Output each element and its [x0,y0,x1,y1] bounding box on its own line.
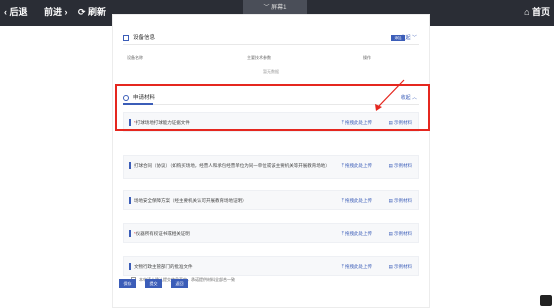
sample-material-link[interactable]: ▤ 示例材料 [388,231,412,237]
forward-button[interactable]: 前进 › [44,6,68,18]
form-page: 设备信息 添加 收起 ﹀ 设备名称 主要技术参数 操作 暂无数据 申请材料 收起… [112,14,430,308]
annotation-highlight-box [115,84,430,131]
save-button[interactable]: 保存 [119,279,136,288]
return-button[interactable]: 返回 [171,279,188,288]
equipment-table-header: 设备名称 主要技术参数 操作 [123,53,419,61]
item-marker [129,162,131,169]
upload-link[interactable]: ⤒ 拖拽此处上传 [342,163,372,169]
upload-link[interactable]: ⤒ 拖拽此处上传 [342,264,372,270]
material-item: *仪器所有权证书或相关证明 ⤒ 拖拽此处上传 ▤ 示例材料 [123,223,419,243]
material-label: 场地安全保障方案（经主要机关认可开展教育场地证明） [134,198,247,203]
item-marker [129,197,131,204]
equipment-collapse-toggle[interactable]: 收起 ﹀ [401,31,417,45]
material-label: 文物行政主管部门的批准文件 [134,264,193,269]
material-item: 文物行政主管部门的批准文件 ⤒ 拖拽此处上传 ▤ 示例材料 [123,256,419,276]
sample-material-link[interactable]: ▤ 示例材料 [388,163,412,169]
upload-link[interactable]: ⤒ 拖拽此处上传 [342,198,372,204]
sample-material-link[interactable]: ▤ 示例材料 [388,264,412,270]
upload-link[interactable]: ⤒ 拖拽此处上传 [342,231,372,237]
material-item: 打球合同（协议）（如购买场地，经营人和承包经营单位为同一单位或该主要机关等开展教… [123,155,419,179]
material-item: 场地安全保障方案（经主要机关认可开展教育场地证明） ⤒ 拖拽此处上传 ▤ 示例材… [123,190,419,210]
empty-table-text: 暂无数据 [263,69,279,74]
submit-button[interactable]: 提交 [145,279,162,288]
item-marker [129,263,131,270]
home-button[interactable]: ⌂ 首页 [524,6,550,18]
material-label: 打球合同（协议）（如购买场地，经营人和承包经营单位为同一单位或该主要机关等开展教… [134,163,330,168]
column-header: 主要技术参数 [247,55,271,60]
list-icon [123,34,129,41]
item-marker [129,230,131,237]
equipment-section-header: 设备信息 添加 收起 ﹀ [123,31,419,45]
back-button[interactable]: ‹ 后退 [4,6,28,18]
sample-material-link[interactable]: ▤ 示例材料 [388,198,412,204]
refresh-button[interactable]: ⟳ 刷新 [78,6,106,18]
equipment-section-title: 设备信息 [133,35,156,41]
column-header: 操作 [363,55,371,60]
material-label: *仪器所有权证书或相关证明 [134,231,190,236]
column-header: 设备名称 [127,55,143,60]
system-tray-icon[interactable] [540,295,552,306]
